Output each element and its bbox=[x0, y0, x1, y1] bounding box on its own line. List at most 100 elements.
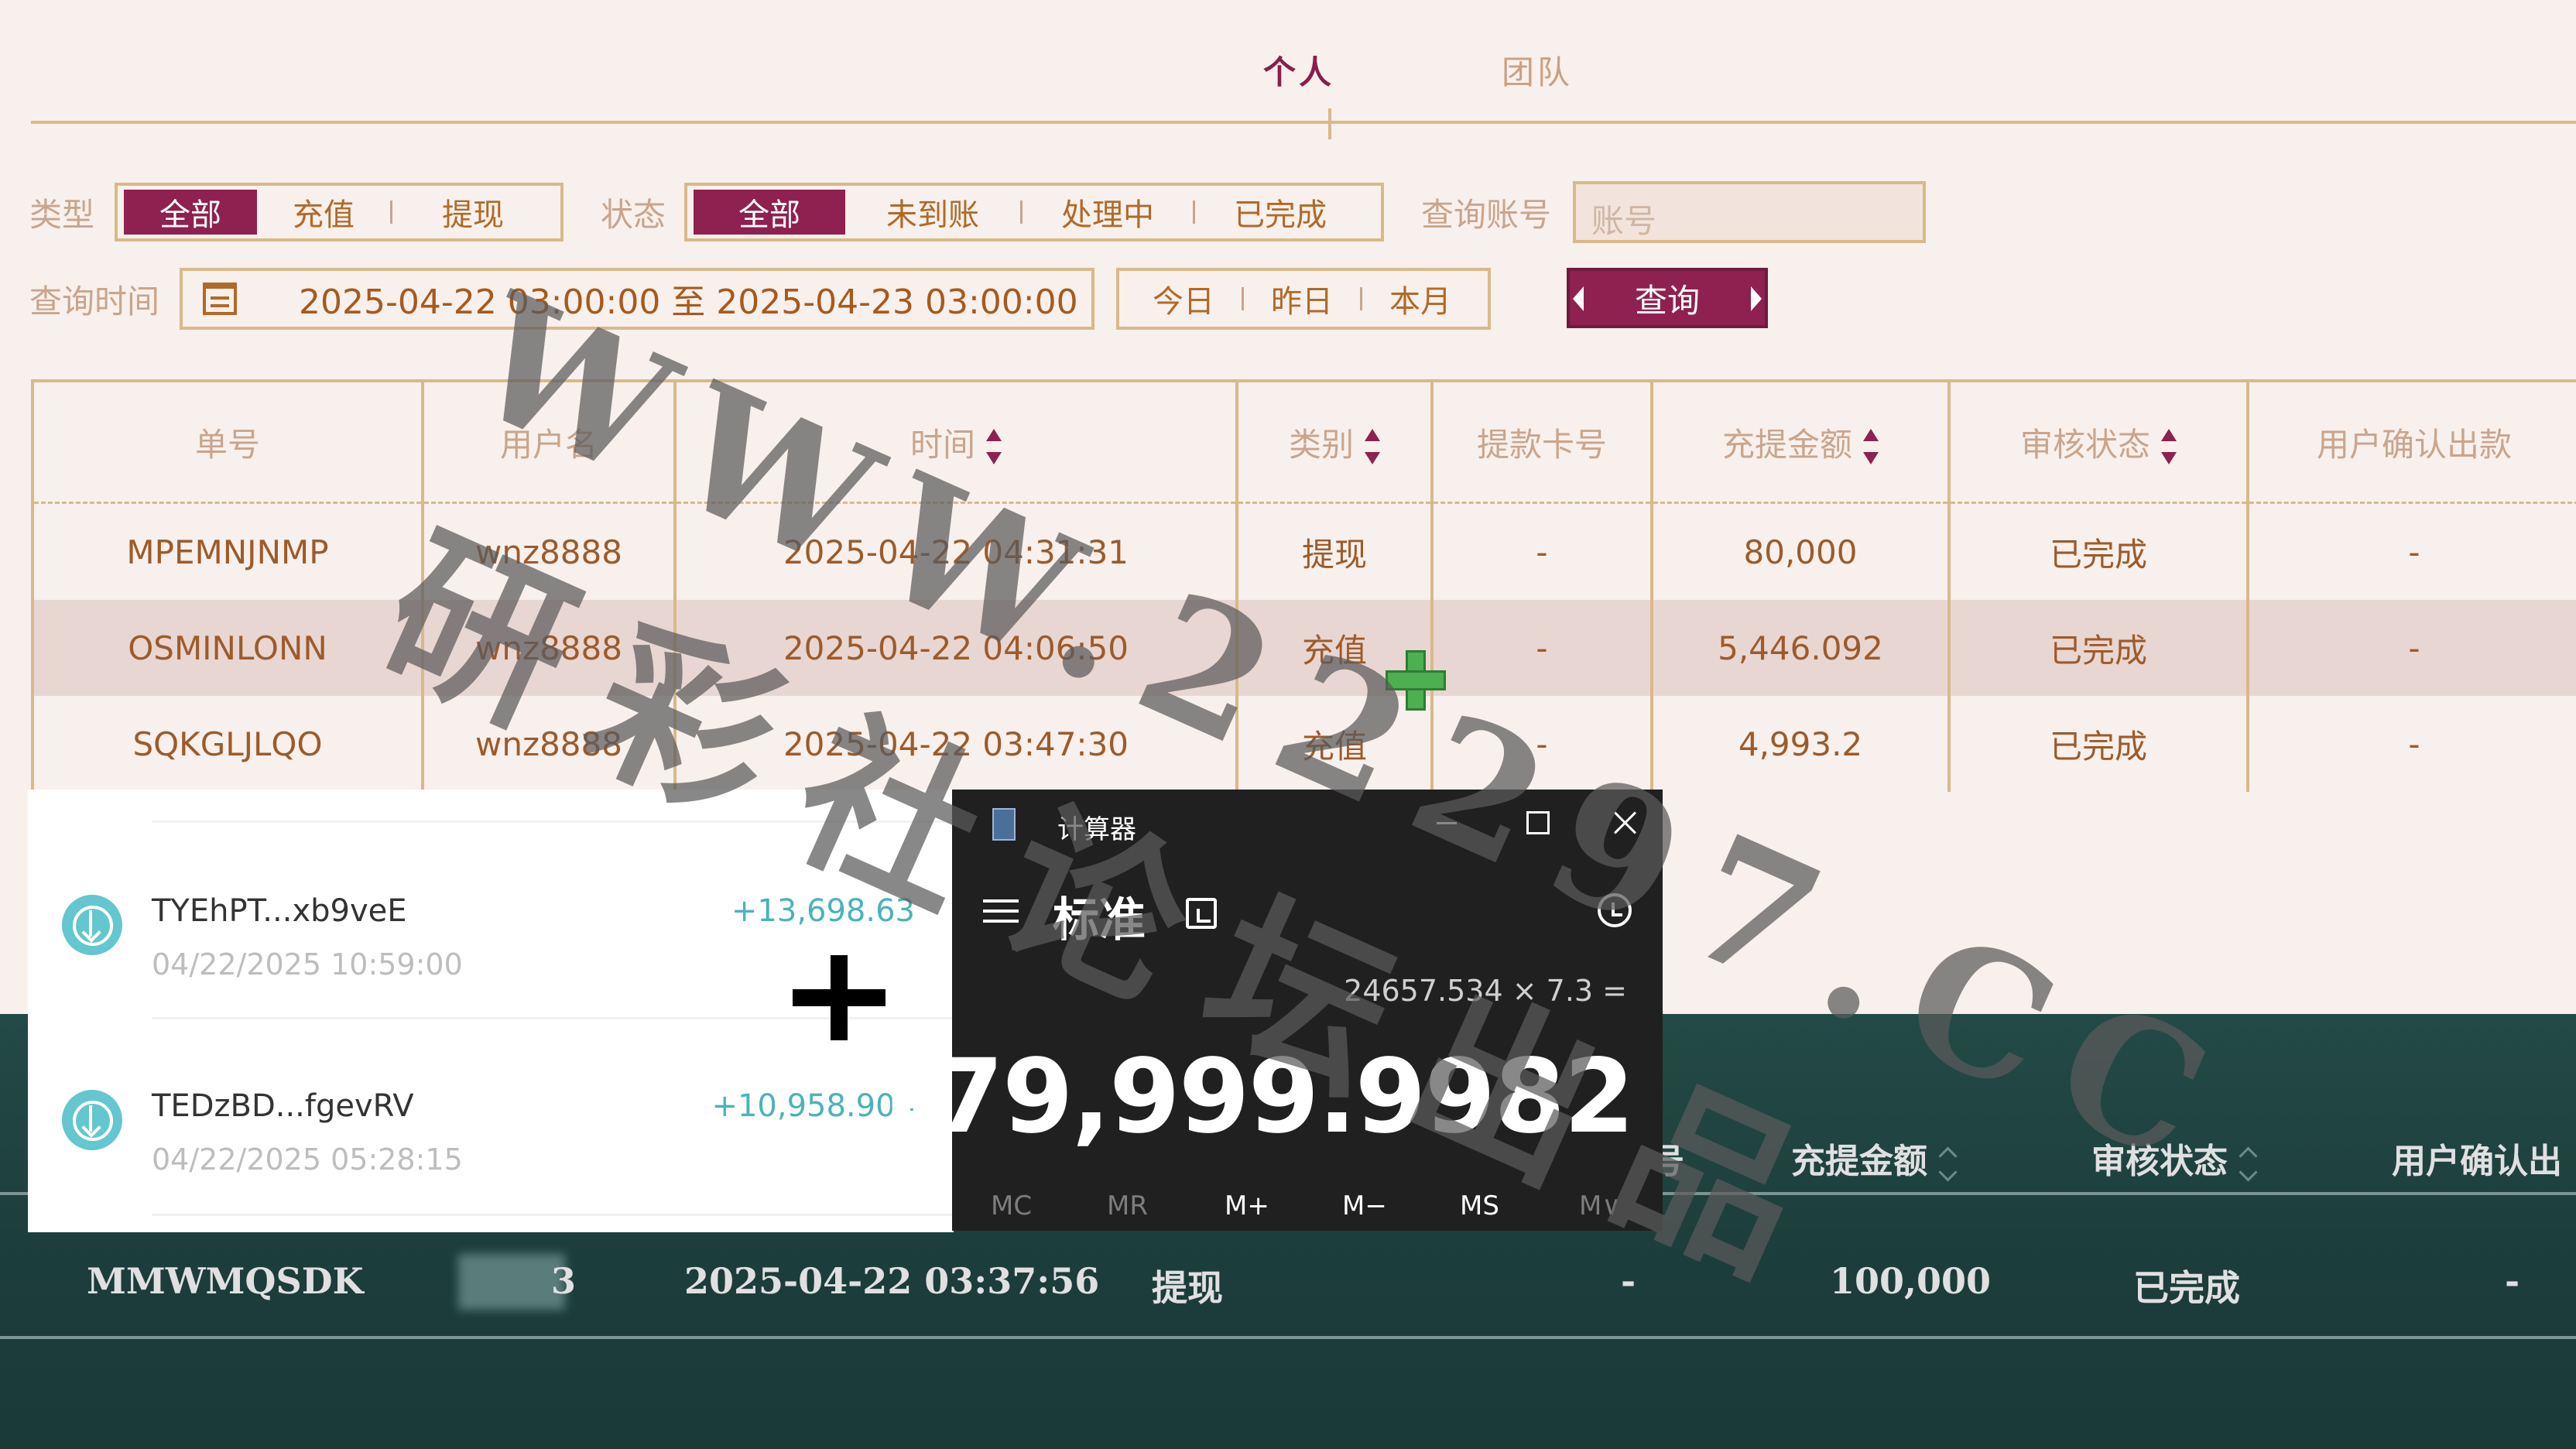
download-circle-icon bbox=[62, 895, 122, 955]
cell-username-tail: 3 bbox=[551, 1260, 577, 1302]
memory-add-button[interactable]: M+ bbox=[1225, 1190, 1269, 1221]
cell-time: 2025-04-22 03:47:30 bbox=[673, 696, 1237, 792]
quick-range-control: 今日 昨日 本月 bbox=[1116, 268, 1491, 330]
dark-col-amount[interactable]: 充提金额 bbox=[1791, 1133, 1955, 1184]
date-range-picker[interactable]: 2025-04-22 03:00:00 至 2025-04-23 03:00:0… bbox=[180, 268, 1094, 330]
memory-recall-button[interactable]: MR bbox=[1107, 1190, 1148, 1221]
account-input[interactable]: 账号 bbox=[1573, 181, 1926, 243]
col-time-label: 时间 bbox=[909, 425, 975, 464]
memory-store-button[interactable]: MS bbox=[1460, 1190, 1499, 1221]
cell-amount: 4,993.2 bbox=[1650, 696, 1949, 792]
cell-card-no: - bbox=[1430, 502, 1652, 600]
table-header-row: 单号 用户名 时间 类别 提款卡号 充提金额 审核状态 用户确认出款 bbox=[31, 379, 2576, 504]
cell-order-no: MPEMNJNMP bbox=[31, 502, 423, 600]
cell-username: wnz8888 bbox=[421, 696, 675, 792]
divider bbox=[152, 1214, 954, 1216]
cell-review-status: 已完成 bbox=[1947, 600, 2248, 696]
col-amount[interactable]: 充提金额 bbox=[1650, 379, 1949, 504]
tx-amount: +13,698.63 bbox=[731, 893, 915, 929]
status-option-pending[interactable]: 未到账 bbox=[845, 190, 1020, 235]
cell-card-no: - bbox=[1621, 1260, 1636, 1302]
blurred-username bbox=[458, 1254, 565, 1310]
calculator-mode: 标准 bbox=[1053, 893, 1146, 947]
tx-address: TYEhPT...xb9veE bbox=[152, 893, 407, 929]
move-cursor-icon bbox=[1382, 647, 1446, 711]
table-row[interactable]: MMWMQSDK 3 2025-04-22 03:37:56 提现 - 100,… bbox=[0, 1238, 2576, 1339]
sort-icon[interactable] bbox=[1863, 429, 1879, 464]
sort-icon[interactable] bbox=[2240, 1145, 2256, 1184]
col-category[interactable]: 类别 bbox=[1235, 379, 1432, 504]
cell-category: 提现 bbox=[1152, 1267, 1223, 1309]
memory-subtract-button[interactable]: M− bbox=[1342, 1190, 1387, 1221]
col-time[interactable]: 时间 bbox=[673, 379, 1237, 504]
plus-icon bbox=[793, 955, 886, 1040]
status-option-processing[interactable]: 处理中 bbox=[1023, 190, 1193, 235]
records-table: 单号 用户名 时间 类别 提款卡号 充提金额 审核状态 用户确认出款 MPEMN… bbox=[31, 379, 2576, 792]
table-row[interactable]: SQKGLJLQO wnz8888 2025-04-22 03:47:30 充值… bbox=[31, 696, 2576, 792]
col-review-status[interactable]: 审核状态 bbox=[1947, 379, 2248, 504]
col-review-status-label: 审核状态 bbox=[2019, 425, 2150, 464]
calc-expression: 24657.534 × 7.3 = bbox=[1344, 974, 1627, 1008]
cell-time: 2025-04-22 04:31:31 bbox=[673, 502, 1237, 600]
cell-category: 充值 bbox=[1235, 696, 1432, 792]
cell-amount: 100,000 bbox=[1830, 1260, 1992, 1302]
keep-on-top-icon[interactable] bbox=[1186, 898, 1217, 929]
tab-personal[interactable]: 个人 bbox=[1263, 46, 1334, 94]
menu-icon[interactable] bbox=[983, 899, 1019, 923]
memory-list-button[interactable]: M∨ bbox=[1579, 1190, 1621, 1221]
cell-order-no: SQKGLJLQO bbox=[31, 696, 423, 792]
tx-address: TEDzBD...fgevRV bbox=[152, 1088, 414, 1124]
tab-active-indicator bbox=[1328, 108, 1331, 139]
cell-order-no: OSMINLONN bbox=[31, 600, 423, 696]
sort-icon[interactable] bbox=[986, 429, 1002, 464]
divider bbox=[152, 820, 954, 823]
maximize-icon[interactable] bbox=[1512, 803, 1559, 842]
tab-team[interactable]: 团队 bbox=[1502, 46, 1573, 94]
col-category-label: 类别 bbox=[1288, 425, 1354, 464]
range-today[interactable]: 今日 bbox=[1125, 276, 1242, 321]
table-row[interactable]: OSMINLONN wnz8888 2025-04-22 04:06:50 充值… bbox=[31, 600, 2576, 696]
range-this-month[interactable]: 本月 bbox=[1362, 276, 1478, 321]
history-icon[interactable] bbox=[1598, 893, 1632, 927]
cell-username: wnz8888 bbox=[421, 600, 675, 696]
calc-result: 179,999.9982 bbox=[863, 1037, 1635, 1156]
range-yesterday[interactable]: 昨日 bbox=[1244, 276, 1360, 321]
list-item[interactable]: TEDzBD...fgevRV 04/22/2025 05:28:15 +10,… bbox=[28, 1025, 954, 1203]
col-order-no: 单号 bbox=[31, 379, 423, 504]
date-range-value: 2025-04-22 03:00:00 至 2025-04-23 03:00:0… bbox=[299, 283, 1078, 322]
status-label: 状态 bbox=[601, 196, 666, 234]
query-button[interactable]: 查询 bbox=[1567, 268, 1768, 328]
sort-icon[interactable] bbox=[2161, 429, 2177, 464]
type-option-all[interactable]: 全部 bbox=[124, 190, 257, 235]
sort-icon[interactable] bbox=[1940, 1145, 1955, 1184]
type-segmented-control: 全部 充值 提现 bbox=[115, 183, 564, 242]
status-option-completed[interactable]: 已完成 bbox=[1195, 190, 1365, 235]
close-icon[interactable] bbox=[1602, 803, 1649, 842]
cell-user-confirm: - bbox=[2505, 1260, 2520, 1302]
cell-amount: 5,446.092 bbox=[1650, 600, 1949, 696]
status-segmented-control: 全部 未到账 处理中 已完成 bbox=[684, 183, 1384, 242]
col-card-no: 提款卡号 bbox=[1430, 379, 1652, 504]
cell-review-status: 已完成 bbox=[2133, 1267, 2240, 1309]
tx-time: 04/22/2025 05:28:15 bbox=[152, 1142, 463, 1177]
cell-card-no: - bbox=[1430, 600, 1652, 696]
cell-user-confirm: - bbox=[2246, 696, 2576, 792]
status-option-all[interactable]: 全部 bbox=[694, 190, 845, 235]
cell-review-status: 已完成 bbox=[1947, 696, 2248, 792]
minimize-icon[interactable] bbox=[1423, 803, 1469, 842]
type-option-withdraw[interactable]: 提现 bbox=[392, 190, 553, 235]
cell-time: 2025-04-22 04:06:50 bbox=[673, 600, 1237, 696]
col-user-confirm: 用户确认出款 bbox=[2246, 379, 2576, 504]
cell-review-status: 已完成 bbox=[1947, 502, 2248, 600]
type-option-deposit[interactable]: 充值 bbox=[257, 190, 390, 235]
table-row[interactable]: MPEMNJNMP wnz8888 2025-04-22 04:31:31 提现… bbox=[31, 502, 2576, 600]
memory-clear-button[interactable]: MC bbox=[991, 1190, 1032, 1221]
window-title: 计算器 bbox=[1057, 814, 1136, 845]
cell-user-confirm: - bbox=[2246, 600, 2576, 696]
dark-col-review-status[interactable]: 审核状态 bbox=[2091, 1133, 2256, 1184]
sort-icon[interactable] bbox=[1365, 429, 1380, 464]
calculator-window: 计算器 标准 24657.534 × 7.3 = 179,999.9982 MC… bbox=[863, 790, 1663, 1231]
dark-col-amount-label: 充提金额 bbox=[1791, 1142, 1927, 1181]
cell-order-no: MMWMQSDK bbox=[87, 1260, 364, 1302]
memory-bar: MC MR M+ M− MS M∨ bbox=[952, 1190, 1663, 1229]
